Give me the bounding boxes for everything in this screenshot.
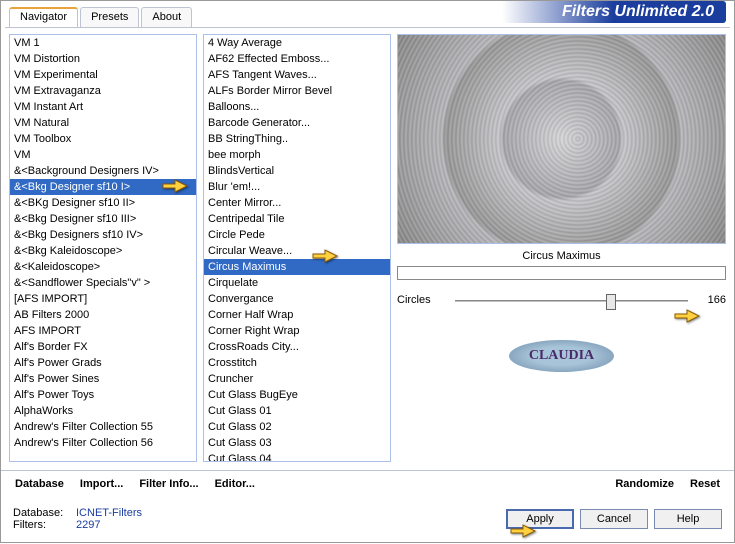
filter-item[interactable]: Convergance <box>204 291 390 307</box>
filter-item[interactable]: Center Mirror... <box>204 195 390 211</box>
category-item[interactable]: VM Natural <box>10 115 196 131</box>
app-title: Filters Unlimited 2.0 <box>502 1 726 23</box>
reset-button[interactable]: Reset <box>684 475 726 493</box>
category-item[interactable]: &<BKg Designer sf10 II> <box>10 195 196 211</box>
category-item[interactable]: Alf's Power Grads <box>10 355 196 371</box>
tab-presets[interactable]: Presets <box>80 7 139 27</box>
slider-label: Circles <box>397 294 447 306</box>
filter-item[interactable]: Cirquelate <box>204 275 390 291</box>
category-item[interactable]: VM Instant Art <box>10 99 196 115</box>
filter-item[interactable]: ALFs Border Mirror Bevel <box>204 83 390 99</box>
category-item[interactable]: AFS IMPORT <box>10 323 196 339</box>
filter-item[interactable]: BB StringThing.. <box>204 131 390 147</box>
filter-item[interactable]: AFS Tangent Waves... <box>204 67 390 83</box>
filter-item[interactable]: Cut Glass 02 <box>204 419 390 435</box>
filter-item[interactable]: AF62 Effected Emboss... <box>204 51 390 67</box>
filter-item[interactable]: Barcode Generator... <box>204 115 390 131</box>
circles-slider[interactable] <box>455 290 688 310</box>
category-item[interactable]: VM Extravaganza <box>10 83 196 99</box>
category-item[interactable]: VM Distortion <box>10 51 196 67</box>
filter-item[interactable]: Circular Weave... <box>204 243 390 259</box>
database-button[interactable]: Database <box>9 475 70 493</box>
preview-image <box>397 34 726 244</box>
filter-info-button[interactable]: Filter Info... <box>133 475 204 493</box>
category-item[interactable]: VM <box>10 147 196 163</box>
preview-label: Circus Maximus <box>397 244 726 264</box>
category-item[interactable]: Alf's Power Toys <box>10 387 196 403</box>
category-item[interactable]: VM 1 <box>10 35 196 51</box>
category-list[interactable]: VM 1VM DistortionVM ExperimentalVM Extra… <box>9 34 197 462</box>
category-item[interactable]: &<Sandflower Specials"v" > <box>10 275 196 291</box>
progress-bar <box>397 266 726 280</box>
filter-item[interactable]: Circle Pede <box>204 227 390 243</box>
filter-item[interactable]: 4 Way Average <box>204 35 390 51</box>
filter-item[interactable]: Circus Maximus <box>204 259 390 275</box>
filter-item[interactable]: Balloons... <box>204 99 390 115</box>
footer-info: Database:ICNET-Filters Filters:2297 <box>13 507 500 531</box>
help-button[interactable]: Help <box>654 509 722 529</box>
category-item[interactable]: &<Background Designers IV> <box>10 163 196 179</box>
filter-item[interactable]: Cruncher <box>204 371 390 387</box>
filter-item[interactable]: bee morph <box>204 147 390 163</box>
filter-item[interactable]: BlindsVertical <box>204 163 390 179</box>
filter-item[interactable]: Cut Glass 01 <box>204 403 390 419</box>
category-item[interactable]: Andrew's Filter Collection 56 <box>10 435 196 451</box>
category-item[interactable]: Alf's Border FX <box>10 339 196 355</box>
filter-item[interactable]: CrossRoads City... <box>204 339 390 355</box>
import-button[interactable]: Import... <box>74 475 129 493</box>
editor-button[interactable]: Editor... <box>209 475 261 493</box>
category-item[interactable]: Andrew's Filter Collection 55 <box>10 419 196 435</box>
category-item[interactable]: AB Filters 2000 <box>10 307 196 323</box>
tab-bar: Navigator Presets About <box>9 7 194 27</box>
filter-item[interactable]: Corner Half Wrap <box>204 307 390 323</box>
filter-item[interactable]: Centripedal Tile <box>204 211 390 227</box>
category-item[interactable]: &<Bkg Designer sf10 III> <box>10 211 196 227</box>
filter-item[interactable]: Cut Glass BugEye <box>204 387 390 403</box>
category-item[interactable]: &<Bkg Designers sf10 IV> <box>10 227 196 243</box>
category-item[interactable]: VM Experimental <box>10 67 196 83</box>
category-item[interactable]: [AFS IMPORT] <box>10 291 196 307</box>
filter-item[interactable]: Corner Right Wrap <box>204 323 390 339</box>
filter-item[interactable]: Blur 'em!... <box>204 179 390 195</box>
apply-button[interactable]: Apply <box>506 509 574 529</box>
slider-value: 166 <box>696 294 726 306</box>
tab-navigator[interactable]: Navigator <box>9 7 78 27</box>
filter-item[interactable]: Crosstitch <box>204 355 390 371</box>
filter-list[interactable]: 4 Way AverageAF62 Effected Emboss...AFS … <box>203 34 391 462</box>
category-item[interactable]: &<Kaleidoscope> <box>10 259 196 275</box>
randomize-button[interactable]: Randomize <box>609 475 680 493</box>
watermark: CLAUDIA <box>397 340 726 372</box>
category-item[interactable]: &<Bkg Kaleidoscope> <box>10 243 196 259</box>
filter-item[interactable]: Cut Glass 04 <box>204 451 390 461</box>
cancel-button[interactable]: Cancel <box>580 509 648 529</box>
tab-about[interactable]: About <box>141 7 192 27</box>
category-item[interactable]: Alf's Power Sines <box>10 371 196 387</box>
category-item[interactable]: AlphaWorks <box>10 403 196 419</box>
category-item[interactable]: &<Bkg Designer sf10 I> <box>10 179 196 195</box>
category-item[interactable]: VM Toolbox <box>10 131 196 147</box>
filter-item[interactable]: Cut Glass 03 <box>204 435 390 451</box>
